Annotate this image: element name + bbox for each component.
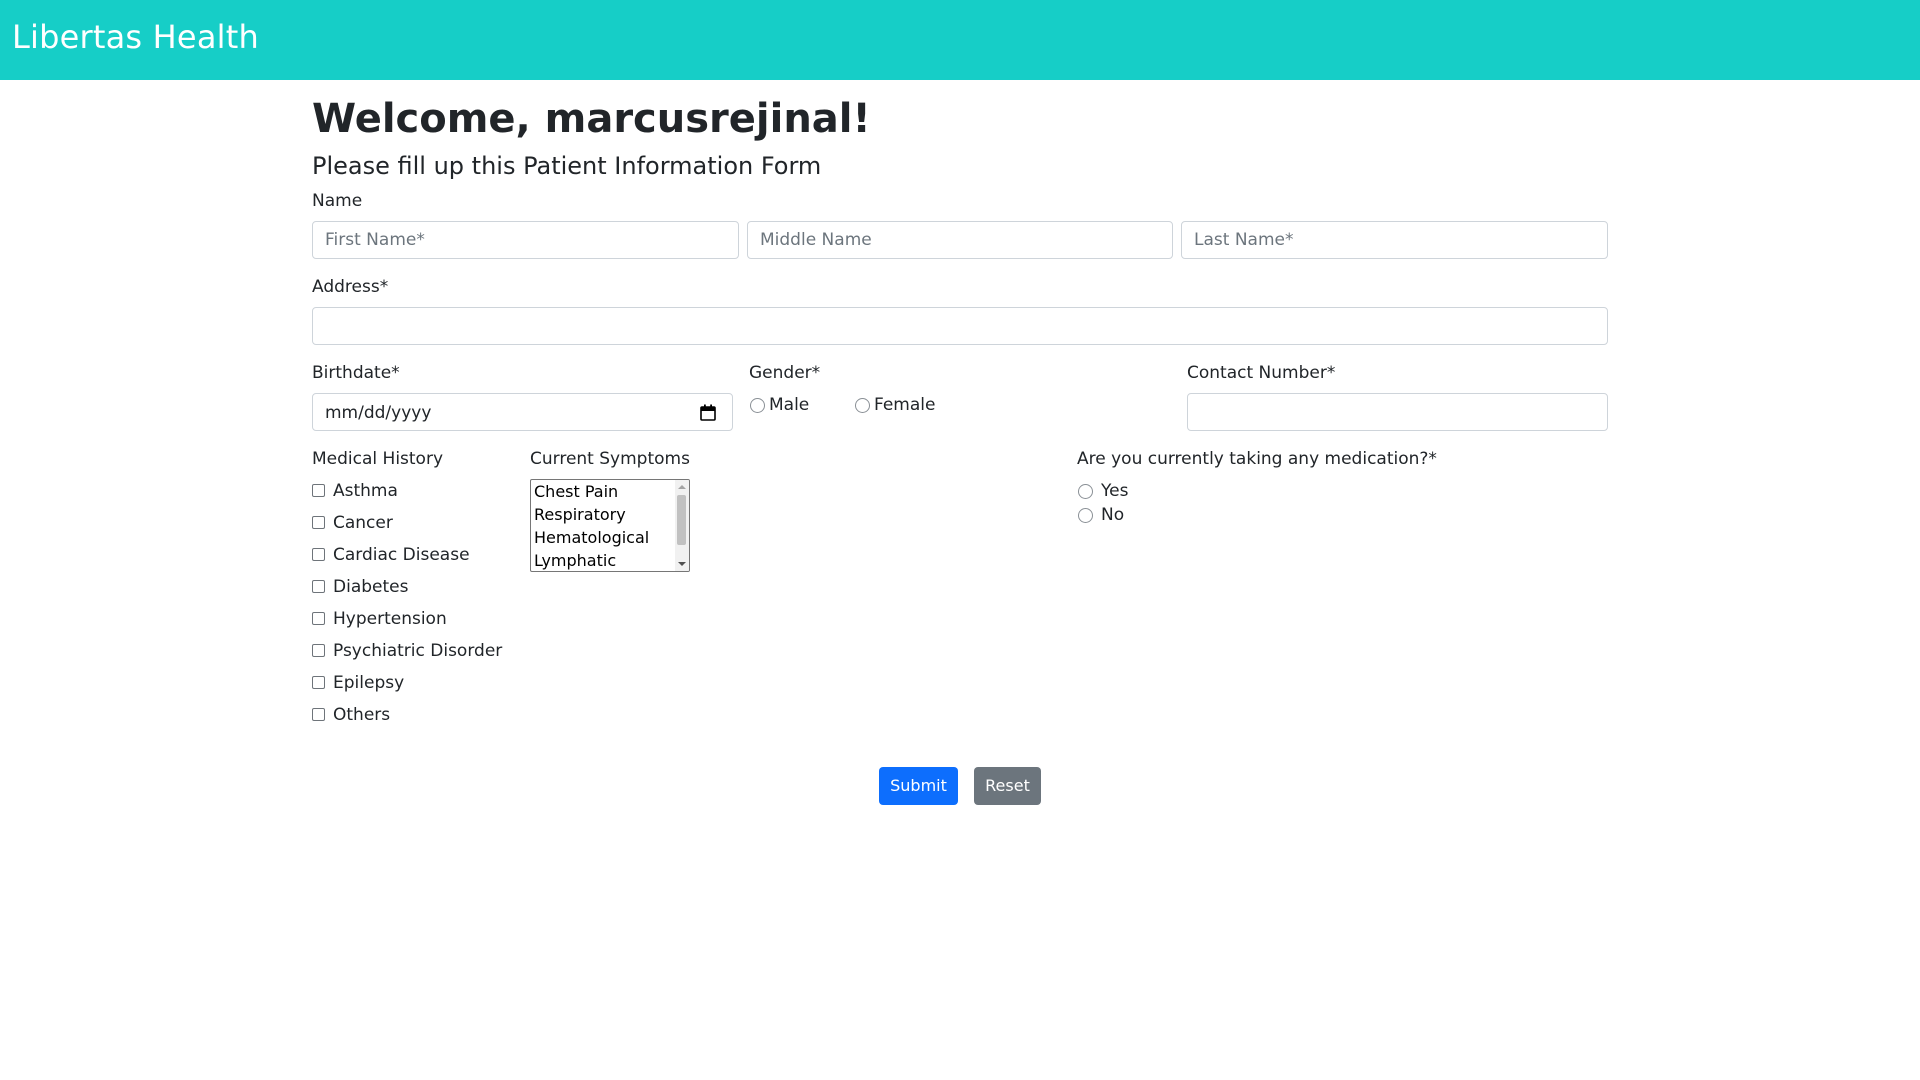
medication-yes-radio[interactable] [1078, 484, 1093, 499]
epilepsy-label[interactable]: Epilepsy [333, 673, 404, 693]
reset-button[interactable]: Reset [974, 767, 1041, 805]
top-navbar: Libertas Health [0, 0, 1920, 80]
medication-question-label: Are you currently taking any medication?… [1077, 449, 1437, 469]
submit-button[interactable]: Submit [879, 767, 958, 805]
form-subtitle: Please fill up this Patient Information … [312, 152, 822, 180]
psychiatric-disorder-label[interactable]: Psychiatric Disorder [333, 641, 502, 661]
epilepsy-checkbox[interactable] [312, 676, 325, 689]
name-label: Name [312, 191, 363, 211]
gender-male-label[interactable]: Male [769, 395, 809, 415]
diabetes-checkbox[interactable] [312, 580, 325, 593]
cardiac-disease-label[interactable]: Cardiac Disease [333, 545, 470, 565]
birthdate-label: Birthdate* [312, 363, 400, 383]
symptom-option-respiratory[interactable]: Respiratory [534, 505, 626, 524]
diabetes-label[interactable]: Diabetes [333, 577, 408, 597]
symptom-option-hematological[interactable]: Hematological [534, 528, 649, 547]
psychiatric-disorder-checkbox[interactable] [312, 644, 325, 657]
hypertension-checkbox[interactable] [312, 612, 325, 625]
medication-no-label[interactable]: No [1101, 505, 1124, 525]
gender-female-label[interactable]: Female [874, 395, 935, 415]
welcome-heading: Welcome, marcusrejinal! [312, 96, 871, 142]
gender-male-radio[interactable] [750, 398, 765, 413]
cancer-checkbox[interactable] [312, 516, 325, 529]
hypertension-label[interactable]: Hypertension [333, 609, 447, 629]
address-input[interactable] [312, 307, 1608, 345]
address-label: Address* [312, 277, 389, 297]
symptom-option-lymphatic[interactable]: Lymphatic [534, 551, 616, 570]
gender-label: Gender* [749, 363, 821, 383]
brand-logo[interactable]: Libertas Health [12, 18, 259, 56]
asthma-checkbox[interactable] [312, 484, 325, 497]
medication-no-radio[interactable] [1078, 508, 1093, 523]
birthdate-value: mm/dd/yyyy [325, 403, 432, 423]
cancer-label[interactable]: Cancer [333, 513, 393, 533]
contact-number-input[interactable] [1187, 393, 1608, 431]
gender-female-radio[interactable] [855, 398, 870, 413]
others-label[interactable]: Others [333, 705, 390, 725]
middle-name-input[interactable] [747, 221, 1173, 259]
birthdate-input[interactable]: mm/dd/yyyy [312, 393, 733, 431]
first-name-input[interactable] [312, 221, 739, 259]
last-name-input[interactable] [1181, 221, 1608, 259]
scroll-up-icon[interactable] [678, 485, 686, 489]
medication-yes-label[interactable]: Yes [1101, 481, 1128, 501]
medical-history-label: Medical History [312, 449, 444, 469]
others-checkbox[interactable] [312, 708, 325, 721]
scrollbar-thumb[interactable] [677, 495, 686, 545]
current-symptoms-label: Current Symptoms [530, 449, 690, 469]
asthma-label[interactable]: Asthma [333, 481, 398, 501]
symptoms-listbox[interactable]: Chest Pain Respiratory Hematological Lym… [530, 479, 690, 572]
symptoms-scrollbar[interactable] [675, 480, 689, 571]
cardiac-disease-checkbox[interactable] [312, 548, 325, 561]
scroll-down-icon[interactable] [678, 562, 686, 566]
calendar-icon[interactable] [700, 404, 716, 421]
contact-label: Contact Number* [1187, 363, 1336, 383]
symptom-option-chest-pain[interactable]: Chest Pain [534, 482, 618, 501]
